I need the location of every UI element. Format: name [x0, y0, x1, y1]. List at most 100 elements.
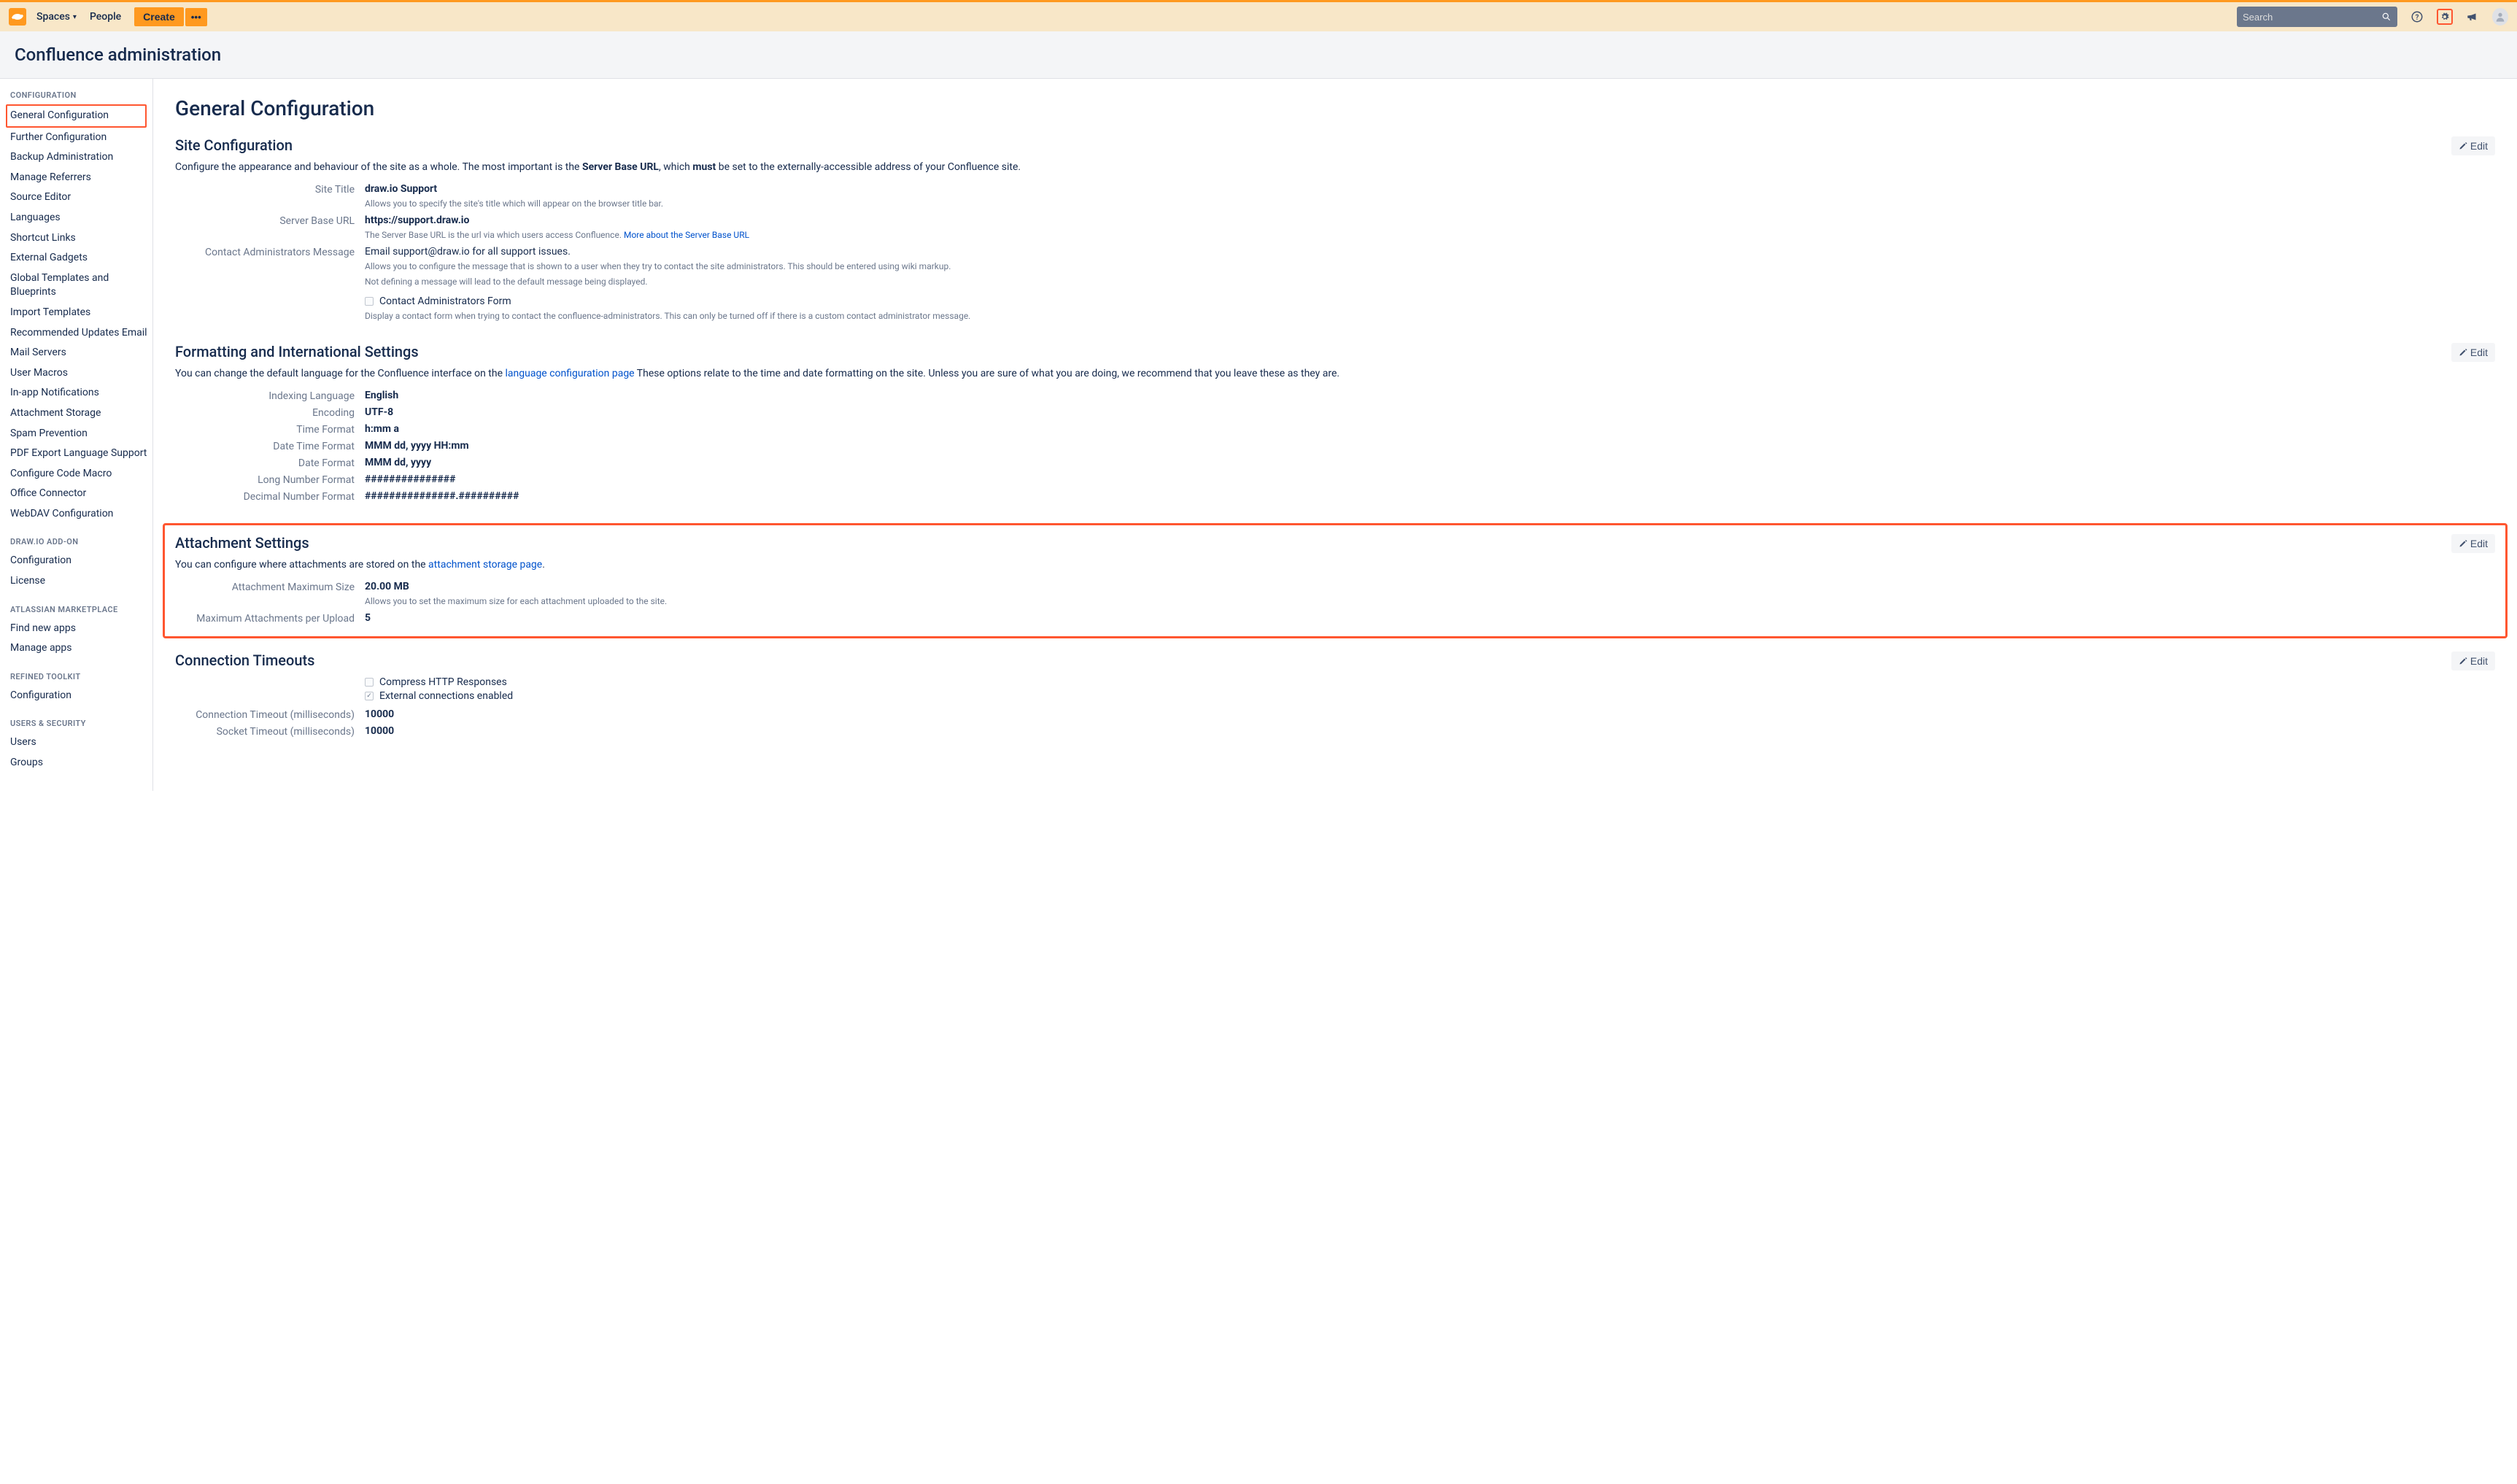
sidebar-item-attachment-storage[interactable]: Attachment Storage [10, 403, 152, 424]
app-logo[interactable] [9, 8, 26, 26]
sidebar-item-manage-apps[interactable]: Manage apps [10, 638, 152, 659]
compress-http-checkbox[interactable] [365, 678, 374, 687]
help-button[interactable]: ? [2409, 9, 2425, 25]
pencil-icon [2459, 539, 2467, 548]
sidebar-item-external-gadgets[interactable]: External Gadgets [10, 248, 152, 268]
connection-timeout-value: 10000 [365, 708, 2495, 720]
site-title-value: draw.io Support [365, 183, 2495, 195]
attachment-max-size-desc: Allows you to set the maximum size for e… [365, 595, 2495, 608]
sidebar-item-source-editor[interactable]: Source Editor [10, 188, 152, 208]
create-more-button[interactable]: ••• [185, 8, 207, 26]
contact-admin-label: Contact Administrators Message [175, 246, 365, 258]
nav-people[interactable]: People [90, 11, 121, 23]
external-connections-checkbox[interactable]: ✓ [365, 692, 374, 700]
sidebar-item-drawio-configuration[interactable]: Configuration [10, 551, 152, 571]
create-button[interactable]: Create [134, 7, 184, 26]
language-config-link[interactable]: language configuration page [506, 368, 635, 379]
sidebar-item-configure-code-macro[interactable]: Configure Code Macro [10, 464, 152, 484]
sidebar-item-user-macros[interactable]: User Macros [10, 363, 152, 384]
confluence-logo-icon [12, 11, 23, 23]
socket-timeout-value: 10000 [365, 725, 2495, 737]
sidebar-item-in-app-notifications[interactable]: In-app Notifications [10, 383, 152, 403]
attachment-storage-link[interactable]: attachment storage page [428, 559, 542, 571]
sidebar-item-manage-referrers[interactable]: Manage Referrers [10, 168, 152, 188]
pencil-icon [2459, 657, 2467, 665]
sidebar-item-general-configuration[interactable]: General Configuration [6, 104, 147, 128]
search-input[interactable] [2243, 12, 2381, 23]
nav-spaces-label: Spaces [36, 11, 70, 23]
base-url-more-link[interactable]: More about the Server Base URL [624, 230, 749, 240]
contact-admin-desc1: Allows you to configure the message that… [365, 260, 2495, 273]
field-time-format: Time Format h:mm a [175, 423, 2495, 436]
edit-connection-button[interactable]: Edit [2451, 652, 2495, 670]
sidebar-item-webdav-configuration[interactable]: WebDAV Configuration [10, 504, 152, 525]
external-connections-label: External connections enabled [379, 690, 513, 702]
notifications-button[interactable] [2464, 9, 2481, 25]
sidebar-item-shortcut-links[interactable]: Shortcut Links [10, 228, 152, 249]
sidebar-item-find-new-apps[interactable]: Find new apps [10, 619, 152, 639]
sidebar-item-spam-prevention[interactable]: Spam Prevention [10, 424, 152, 444]
contact-admin-desc2: Not defining a message will lead to the … [365, 275, 2495, 288]
encoding-value: UTF-8 [365, 406, 2495, 418]
edit-label: Edit [2470, 655, 2488, 667]
page-title: General Configuration [175, 96, 2495, 120]
field-decimal-number-format: Decimal Number Format ###############.##… [175, 490, 2495, 503]
field-base-url: Server Base URL https://support.draw.io … [175, 215, 2495, 241]
sidebar-item-global-templates[interactable]: Global Templates and Blueprints [10, 268, 152, 303]
chevron-down-icon: ▾ [73, 13, 77, 21]
field-contact-admin: Contact Administrators Message Email sup… [175, 246, 2495, 322]
sidebar-item-further-configuration[interactable]: Further Configuration [10, 128, 152, 148]
site-config-heading: Site Configuration [175, 136, 2495, 154]
field-indexing-language: Indexing Language English [175, 390, 2495, 402]
header: Spaces ▾ People Create ••• ? [0, 2, 2517, 31]
sidebar: CONFIGURATION General Configuration Furt… [0, 79, 153, 791]
sidebar-item-mail-servers[interactable]: Mail Servers [10, 343, 152, 363]
nav-spaces[interactable]: Spaces ▾ [36, 11, 77, 23]
attachment-heading: Attachment Settings [175, 534, 2495, 552]
sidebar-item-drawio-license[interactable]: License [10, 571, 152, 592]
sidebar-item-groups[interactable]: Groups [10, 753, 152, 773]
profile-button[interactable] [2492, 9, 2508, 25]
site-config-intro: Configure the appearance and behaviour o… [175, 161, 2495, 173]
contact-form-checkbox[interactable] [365, 297, 374, 306]
sidebar-item-languages[interactable]: Languages [10, 208, 152, 228]
sidebar-item-pdf-export-language-support[interactable]: PDF Export Language Support [10, 444, 152, 464]
date-format-value: MMM dd, yyyy [365, 457, 2495, 468]
field-max-attachments-per-upload: Maximum Attachments per Upload 5 [175, 612, 2495, 625]
edit-site-config-button[interactable]: Edit [2451, 136, 2495, 155]
sidebar-item-office-connector[interactable]: Office Connector [10, 484, 152, 504]
svg-text:?: ? [2416, 14, 2419, 22]
search-icon [2381, 12, 2392, 22]
sidebar-item-recommended-updates-email[interactable]: Recommended Updates Email [10, 323, 152, 344]
pencil-icon [2459, 348, 2467, 357]
field-long-number-format: Long Number Format ############### [175, 474, 2495, 486]
sidebar-section-users-security: USERS & SECURITY [10, 719, 152, 728]
main-content: General Configuration Edit Site Configur… [153, 79, 2517, 791]
time-format-value: h:mm a [365, 423, 2495, 435]
datetime-format-value: MMM dd, yyyy HH:mm [365, 440, 2495, 452]
megaphone-icon [2466, 10, 2479, 23]
connection-heading: Connection Timeouts [175, 652, 2495, 669]
sidebar-item-users[interactable]: Users [10, 733, 152, 753]
search-box[interactable] [2237, 7, 2397, 27]
site-title-desc: Allows you to specify the site's title w… [365, 197, 2495, 210]
attachment-max-size-value: 20.00 MB [365, 581, 2495, 592]
sidebar-section-marketplace: ATLASSIAN MARKETPLACE [10, 605, 152, 614]
sidebar-section-configuration: CONFIGURATION [10, 90, 152, 100]
edit-formatting-button[interactable]: Edit [2451, 343, 2495, 362]
sidebar-item-import-templates[interactable]: Import Templates [10, 303, 152, 323]
base-url-desc: The Server Base URL is the url via which… [365, 228, 2495, 241]
base-url-label: Server Base URL [175, 215, 365, 227]
sidebar-item-refined-configuration[interactable]: Configuration [10, 686, 152, 706]
edit-attachment-button[interactable]: Edit [2451, 534, 2495, 553]
admin-gear-button[interactable] [2437, 9, 2453, 25]
long-number-format-value: ############### [365, 474, 2495, 485]
contact-form-desc: Display a contact form when trying to co… [365, 309, 2495, 322]
subheader-title: Confluence administration [15, 45, 2502, 65]
site-title-label: Site Title [175, 183, 365, 196]
field-encoding: Encoding UTF-8 [175, 406, 2495, 419]
field-connection-timeout: Connection Timeout (milliseconds) 10000 [175, 708, 2495, 721]
decimal-number-format-value: ###############.########## [365, 490, 2495, 502]
sidebar-item-backup-administration[interactable]: Backup Administration [10, 147, 152, 168]
page-subheader: Confluence administration [0, 31, 2517, 79]
